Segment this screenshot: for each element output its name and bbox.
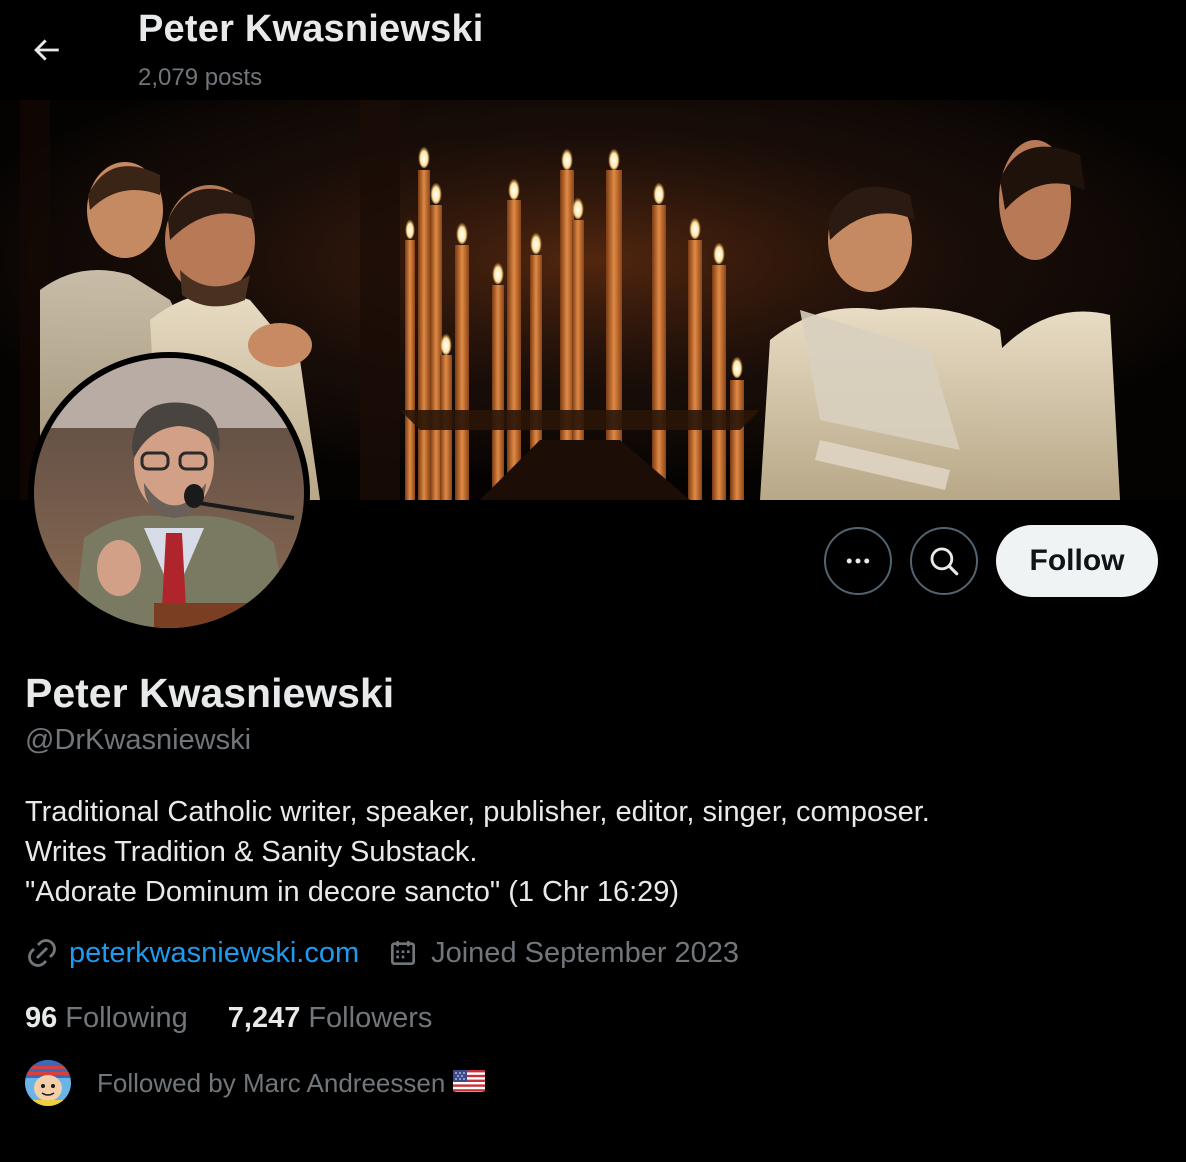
search-icon bbox=[930, 547, 959, 576]
profile-handle: @DrKwasniewski bbox=[25, 724, 252, 756]
followed-by-text: Followed by Marc Andreessen bbox=[97, 1067, 446, 1098]
bio-line: Traditional Catholic writer, speaker, pu… bbox=[25, 796, 930, 828]
followed-by[interactable]: Followed by Marc Andreessen bbox=[25, 1060, 486, 1106]
link-icon bbox=[28, 939, 56, 967]
back-button[interactable] bbox=[22, 26, 70, 74]
joined-date: Joined September 2023 bbox=[431, 936, 740, 969]
avatar-portrait bbox=[34, 358, 304, 628]
header-title: Peter Kwasniewski bbox=[138, 8, 484, 50]
more-button[interactable] bbox=[824, 527, 892, 595]
profile-bio: Traditional Catholic writer, speaker, pu… bbox=[25, 792, 930, 912]
followers-link[interactable]: 7,247 Followers bbox=[228, 1002, 433, 1035]
profile-stats: 96 Following 7,247 Followers bbox=[25, 1002, 432, 1035]
profile-actions: Follow bbox=[824, 525, 1158, 597]
search-button[interactable] bbox=[910, 527, 978, 595]
avatar bbox=[34, 358, 304, 628]
more-icon bbox=[846, 558, 870, 564]
follow-button[interactable]: Follow bbox=[996, 525, 1158, 597]
joined-item: Joined September 2023 bbox=[387, 937, 739, 970]
profile-avatar[interactable] bbox=[28, 352, 310, 634]
following-label: Following bbox=[65, 1002, 188, 1034]
followers-label: Followers bbox=[308, 1002, 433, 1034]
bio-line: Writes Tradition & Sanity Substack. bbox=[25, 836, 478, 868]
calendar-icon bbox=[391, 941, 416, 965]
follower-avatar bbox=[25, 1060, 71, 1106]
top-bar: Peter Kwasniewski 2,079 posts bbox=[0, 0, 1186, 100]
us-flag-icon bbox=[453, 1068, 486, 1099]
bio-line: "Adorate Dominum in decore sancto" (1 Ch… bbox=[25, 876, 680, 908]
profile-name: Peter Kwasniewski bbox=[25, 670, 395, 716]
profile-meta: peterkwasniewski.com Joined September 20… bbox=[25, 936, 739, 970]
following-link[interactable]: 96 Following bbox=[25, 1002, 188, 1035]
followers-count: 7,247 bbox=[227, 1002, 301, 1034]
posts-count: 2,079 posts bbox=[138, 64, 263, 91]
following-count: 96 bbox=[25, 1002, 58, 1034]
website-item: peterkwasniewski.com bbox=[25, 936, 359, 970]
follower-avatar-illustration bbox=[25, 1060, 71, 1106]
arrow-left-icon bbox=[34, 39, 59, 61]
website-link[interactable]: peterkwasniewski.com bbox=[69, 937, 359, 970]
